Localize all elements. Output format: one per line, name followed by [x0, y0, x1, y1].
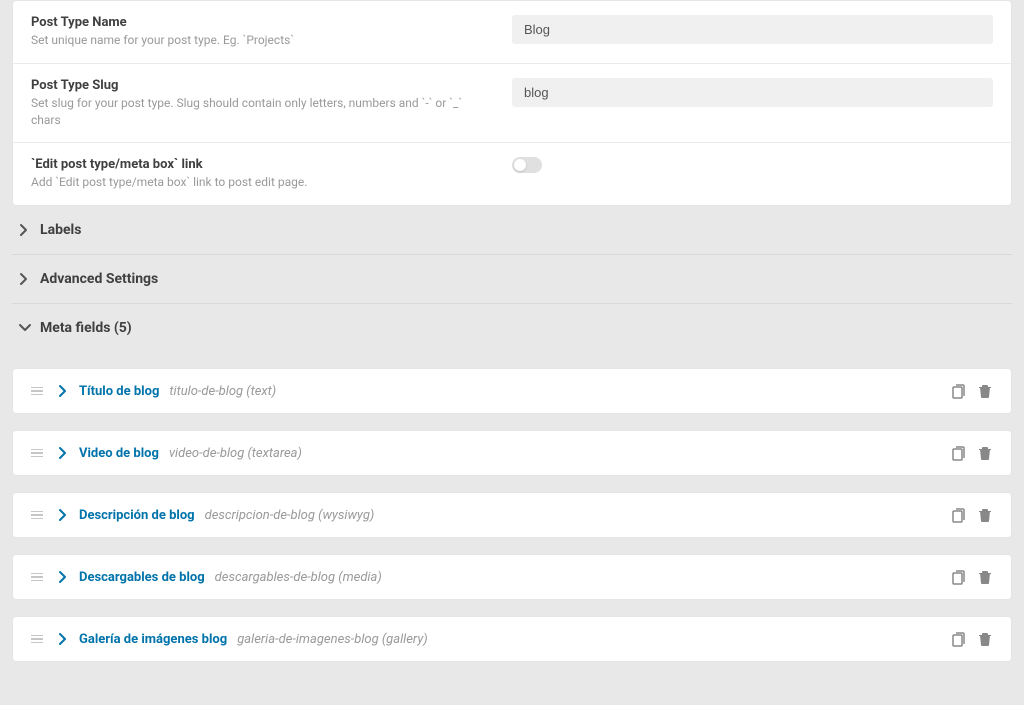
- edit-link-row: `Edit post type/meta box` link Add `Edit…: [13, 143, 1011, 205]
- edit-link-desc: Add `Edit post type/meta box` link to po…: [31, 174, 492, 191]
- meta-field-name: Descargables de blog: [79, 570, 205, 585]
- section-labels[interactable]: Labels: [12, 206, 1012, 255]
- meta-field-name: Video de blog: [79, 446, 159, 461]
- edit-link-toggle[interactable]: [512, 157, 542, 173]
- meta-field-item[interactable]: Video de blog video-de-blog (textarea): [12, 430, 1012, 476]
- chevron-right-icon: [57, 570, 69, 584]
- meta-field-slug: video-de-blog (textarea): [169, 446, 302, 461]
- copy-icon[interactable]: [949, 569, 965, 585]
- meta-field-slug: titulo-de-blog (text): [169, 384, 276, 399]
- post-type-slug-desc: Set slug for your post type. Slug should…: [31, 95, 492, 129]
- copy-icon[interactable]: [949, 445, 965, 461]
- chevron-down-icon: [18, 321, 32, 335]
- chevron-right-icon: [57, 384, 69, 398]
- drag-handle-icon[interactable]: [31, 573, 43, 582]
- trash-icon[interactable]: [977, 631, 993, 647]
- section-advanced-title: Advanced Settings: [40, 271, 158, 287]
- drag-handle-icon[interactable]: [31, 387, 43, 396]
- drag-handle-icon[interactable]: [31, 511, 43, 520]
- meta-field-item[interactable]: Galería de imágenes blog galeria-de-imag…: [12, 616, 1012, 662]
- section-meta-fields[interactable]: Meta fields (5): [12, 304, 1012, 352]
- drag-handle-icon[interactable]: [31, 449, 43, 458]
- meta-field-name: Descripción de blog: [79, 508, 195, 523]
- meta-field-slug: descripcion-de-blog (wysiwyg): [205, 508, 375, 523]
- chevron-right-icon: [57, 508, 69, 522]
- copy-icon[interactable]: [949, 507, 965, 523]
- post-type-name-input[interactable]: [512, 15, 993, 44]
- trash-icon[interactable]: [977, 445, 993, 461]
- post-type-name-row: Post Type Name Set unique name for your …: [13, 1, 1011, 64]
- drag-handle-icon[interactable]: [31, 635, 43, 644]
- meta-field-name: Galería de imágenes blog: [79, 632, 227, 647]
- meta-field-slug: galeria-de-imagenes-blog (gallery): [237, 632, 428, 647]
- copy-icon[interactable]: [949, 383, 965, 399]
- chevron-right-icon: [18, 272, 32, 286]
- post-type-slug-label: Post Type Slug: [31, 78, 492, 93]
- meta-field-name: Título de blog: [79, 384, 159, 399]
- post-type-slug-row: Post Type Slug Set slug for your post ty…: [13, 64, 1011, 144]
- meta-fields-list: Título de blog titulo-de-blog (text) Vid…: [12, 368, 1012, 662]
- chevron-right-icon: [57, 632, 69, 646]
- section-labels-title: Labels: [40, 222, 81, 238]
- meta-field-slug: descargables-de-blog (media): [215, 570, 382, 585]
- trash-icon[interactable]: [977, 507, 993, 523]
- chevron-right-icon: [57, 446, 69, 460]
- post-type-slug-input[interactable]: [512, 78, 993, 107]
- meta-field-item[interactable]: Título de blog titulo-de-blog (text): [12, 368, 1012, 414]
- meta-field-item[interactable]: Descargables de blog descargables-de-blo…: [12, 554, 1012, 600]
- trash-icon[interactable]: [977, 383, 993, 399]
- edit-link-label: `Edit post type/meta box` link: [31, 157, 492, 172]
- section-meta-title: Meta fields (5): [40, 320, 132, 336]
- post-type-name-desc: Set unique name for your post type. Eg. …: [31, 32, 492, 49]
- section-advanced-settings[interactable]: Advanced Settings: [12, 255, 1012, 304]
- copy-icon[interactable]: [949, 631, 965, 647]
- post-type-name-label: Post Type Name: [31, 15, 492, 30]
- meta-field-item[interactable]: Descripción de blog descripcion-de-blog …: [12, 492, 1012, 538]
- trash-icon[interactable]: [977, 569, 993, 585]
- chevron-right-icon: [18, 223, 32, 237]
- post-type-settings-card: Post Type Name Set unique name for your …: [12, 0, 1012, 206]
